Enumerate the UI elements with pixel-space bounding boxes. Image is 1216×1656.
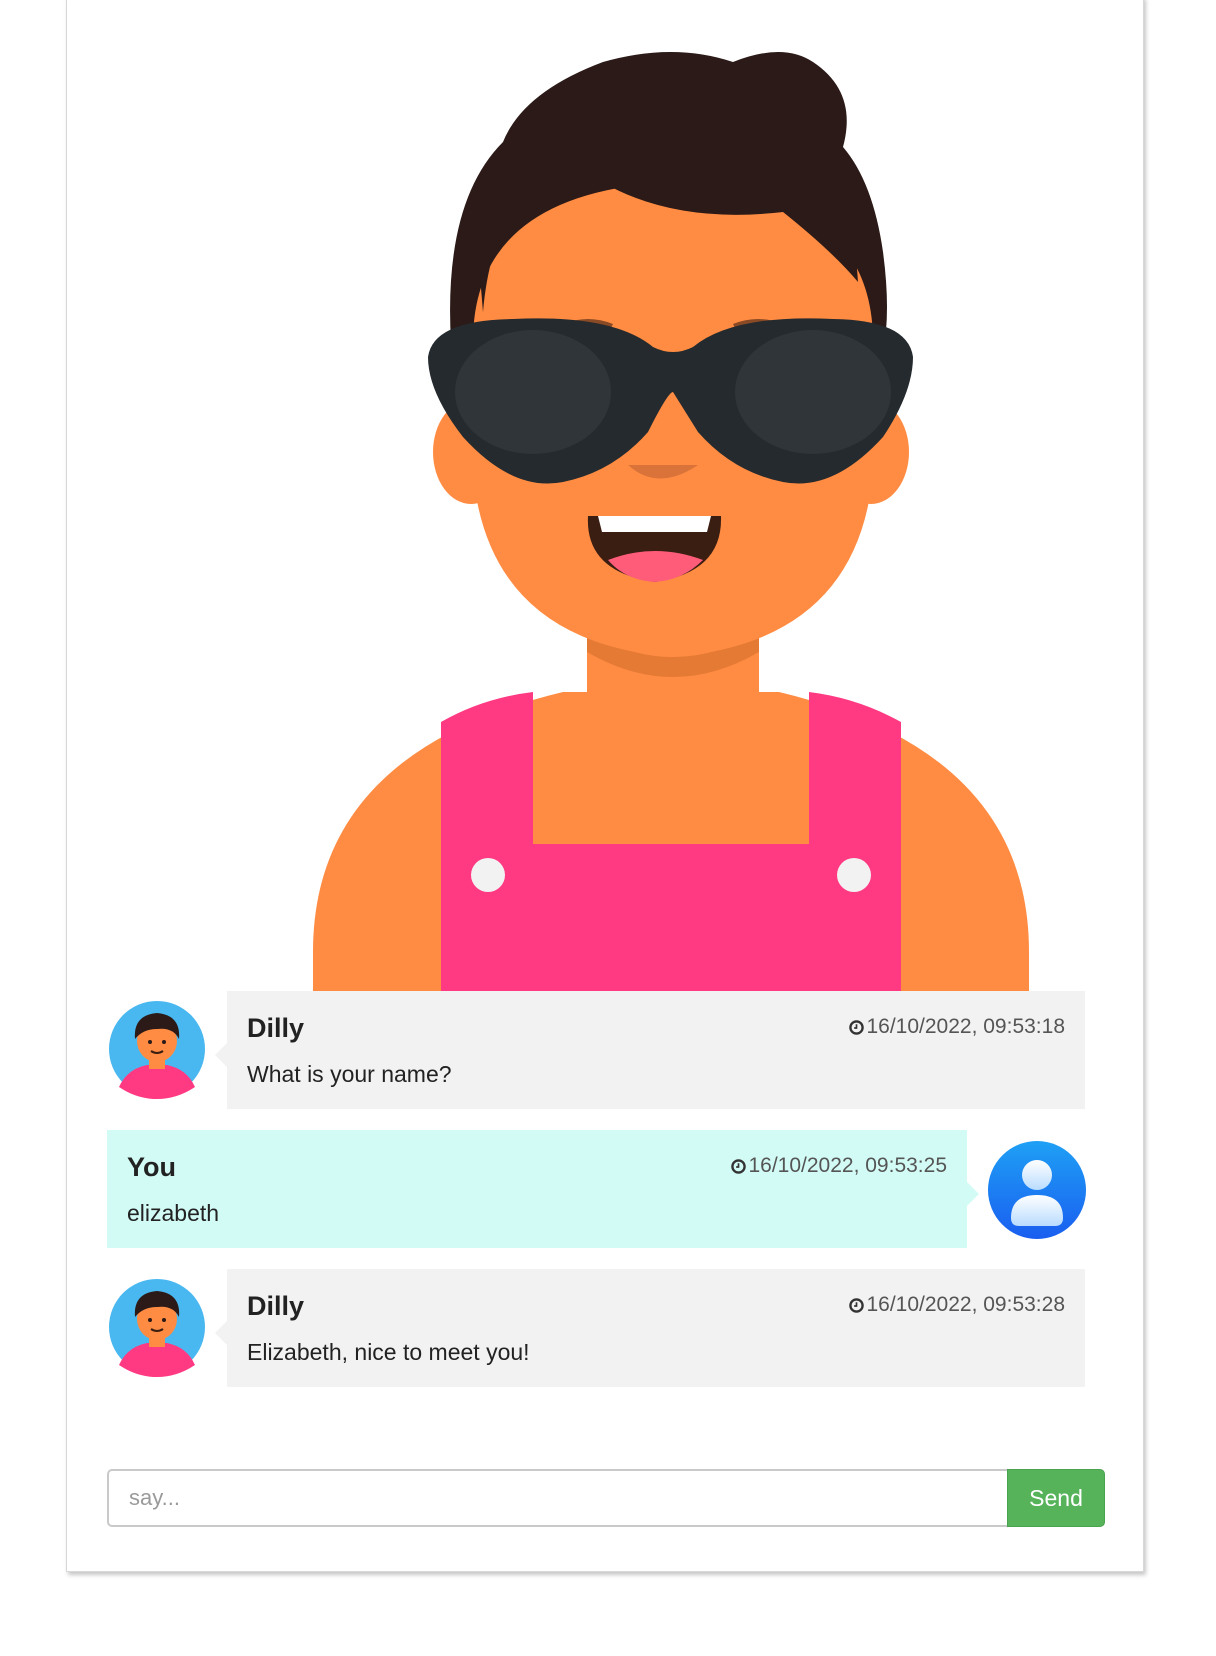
message-text: What is your name? [247, 1061, 452, 1087]
clock-icon [731, 1158, 747, 1174]
chat-message-bot: Dilly 16/10/2022, 09:53:18 What is your … [107, 991, 1085, 1109]
chat-card: Dilly 16/10/2022, 09:53:18 What is your … [66, 0, 1144, 1572]
bot-portrait-illustration [313, 52, 1029, 1018]
clock-icon [849, 1297, 865, 1313]
clock-icon [849, 1019, 865, 1035]
chat-message-user: You 16/10/2022, 09:53:25 elizabeth [107, 1130, 1086, 1248]
bot-avatar-icon [109, 1279, 205, 1377]
message-composer: Send [107, 1469, 1105, 1527]
message-bubble: You 16/10/2022, 09:53:25 elizabeth [107, 1130, 979, 1248]
message-bubble: Dilly 16/10/2022, 09:53:28 Elizabeth, ni… [215, 1269, 1085, 1387]
message-text: Elizabeth, nice to meet you! [247, 1339, 530, 1365]
message-timestamp: 16/10/2022, 09:53:28 [849, 1293, 1065, 1317]
send-button[interactable]: Send [1007, 1469, 1105, 1527]
message-input[interactable] [107, 1469, 1007, 1527]
message-sender: Dilly [247, 1013, 305, 1043]
message-sender: Dilly [247, 1291, 305, 1321]
message-timestamp: 16/10/2022, 09:53:25 [731, 1154, 947, 1178]
message-text: elizabeth [127, 1200, 220, 1226]
bot-avatar-icon [109, 1001, 205, 1099]
user-avatar-icon [988, 1141, 1086, 1239]
message-bubble: Dilly 16/10/2022, 09:53:18 What is your … [215, 991, 1085, 1109]
message-sender: You [127, 1152, 176, 1182]
chat-message-bot: Dilly 16/10/2022, 09:53:28 Elizabeth, ni… [107, 1269, 1085, 1387]
message-timestamp: 16/10/2022, 09:53:18 [849, 1015, 1065, 1039]
